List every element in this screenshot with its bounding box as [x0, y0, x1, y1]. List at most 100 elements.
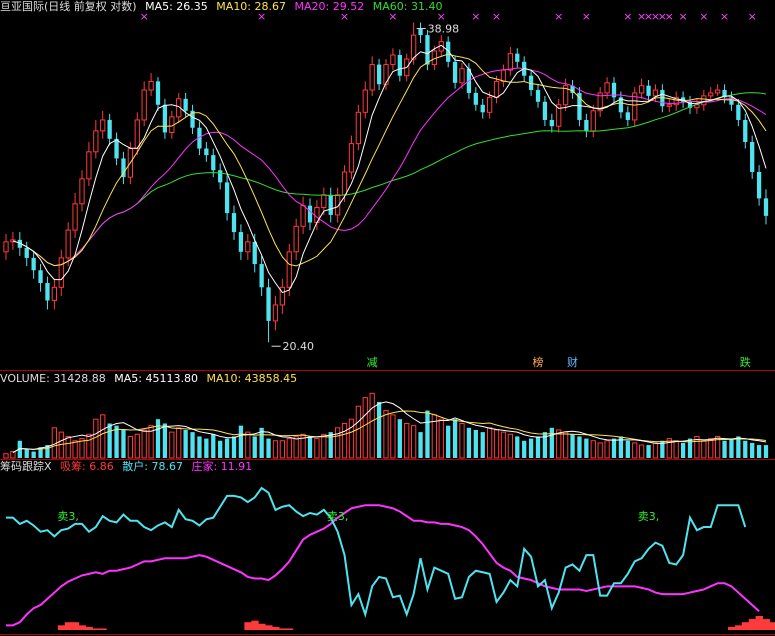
xichou-bar: [92, 628, 100, 630]
candle-body-down: [584, 119, 589, 131]
xichou-bar: [755, 615, 764, 630]
candle-body-up: [272, 304, 279, 322]
volume-bar-down: [107, 423, 112, 458]
candle-body-up: [459, 68, 465, 84]
event-label: 减: [367, 356, 378, 369]
candle-body-up: [3, 241, 9, 253]
candle-body-up: [369, 64, 375, 91]
volume-bar-down: [736, 436, 741, 458]
volume-bar-down: [397, 419, 402, 458]
volume-bar-down: [183, 429, 188, 458]
xichou-bar: [278, 628, 287, 630]
volume-bar-down: [584, 438, 589, 458]
top-marker: ×: [665, 10, 674, 23]
volume-bar-down: [328, 432, 333, 458]
volume-bar-down: [425, 410, 430, 458]
volume-bar-down: [266, 438, 271, 458]
xichou-bar: [64, 622, 73, 630]
xichou-value: 吸筹: 6.86: [60, 460, 114, 473]
volume-bar-down: [750, 442, 755, 458]
candle-body-down: [31, 257, 36, 271]
price-header: 亘亚国际(日线 前复权 对数) MA5: 26.35 MA10: 28.67 M…: [0, 0, 447, 14]
candle-body-down: [397, 54, 402, 76]
candle-body-down: [45, 282, 50, 301]
candle-body-down: [155, 81, 161, 105]
candle-body-down: [238, 232, 244, 252]
volume-bar-down: [238, 425, 244, 458]
volume-bar-down: [114, 425, 119, 458]
candle-body-up: [362, 89, 368, 113]
ma60-value: MA60: 31.40: [372, 0, 443, 13]
stock-chart: × × × × × × × × × × ××××× × × × × 减榜财跌 38.9820.40 卖3, 卖…: [0, 0, 775, 636]
candle-body-up: [638, 85, 645, 94]
candle-body-down: [763, 198, 769, 216]
candle-body-down: [625, 112, 630, 120]
candle-body-down: [162, 104, 168, 133]
candle-body-down: [549, 119, 554, 127]
ma10-value: MA10: 28.67: [216, 0, 287, 13]
volume-ma5-value: MA5: 45113.80: [114, 372, 198, 385]
volume-header: VOLUME: 31428.88 MA5: 45113.80 MA10: 438…: [0, 372, 302, 386]
candle-body-up: [590, 110, 596, 132]
candle-body-down: [307, 205, 313, 223]
xichou-bar: [265, 625, 273, 630]
volume-bar-down: [611, 438, 617, 458]
candle-body-down: [114, 138, 119, 159]
volume-bar-down: [307, 436, 313, 458]
volume-bar-down: [252, 436, 257, 458]
candle-body-up: [493, 80, 500, 98]
volume-bar-down: [515, 436, 520, 458]
top-marker: ×: [554, 10, 563, 23]
top-marker: ×: [699, 10, 708, 23]
volume-bar-down: [446, 425, 451, 458]
candle-body-up: [500, 69, 507, 82]
volume-bar-down: [743, 440, 748, 458]
candle-body-down: [204, 148, 209, 156]
candle-body-down: [756, 171, 762, 199]
low-price-label: 20.40: [283, 340, 315, 353]
candle-body-down: [376, 64, 382, 85]
candle-body-up: [300, 205, 306, 227]
volume-bar-down: [211, 434, 216, 458]
top-marker: ×: [678, 10, 687, 23]
xichou-bar: [769, 622, 775, 630]
candle-body-down: [480, 104, 485, 113]
candle-body-up: [293, 225, 299, 253]
volume-bar-down: [729, 438, 734, 458]
candle-body-up: [245, 241, 251, 253]
top-marker: ×: [471, 10, 480, 23]
volume-bar-down: [376, 401, 382, 458]
candle-body-up: [100, 119, 106, 132]
top-marker: ×: [748, 10, 757, 23]
chart-title: 亘亚国际(日线 前复权 对数): [0, 0, 137, 13]
volume-bar-down: [480, 432, 485, 458]
candle-body-down: [224, 182, 230, 214]
candle-body-up: [708, 92, 714, 97]
candle-body-up: [486, 96, 493, 113]
top-marker: ×: [720, 10, 729, 23]
candle-body-down: [418, 28, 423, 36]
xichou-bar: [71, 622, 80, 630]
sanhu-value: 散户: 78.67: [122, 460, 183, 473]
volume-bar-down: [31, 451, 36, 458]
xichou-bar: [741, 622, 750, 630]
top-marker: ×: [492, 10, 501, 23]
volume-bar-down: [218, 440, 223, 458]
volume-bar-down: [625, 440, 630, 458]
candle-body-up: [341, 171, 348, 196]
candle-body-down: [515, 53, 520, 62]
candle-body-up: [134, 119, 140, 150]
candle-body-down: [646, 85, 651, 96]
candle-body-up: [348, 143, 355, 173]
high-price-label: 38.98: [428, 23, 460, 36]
candle-body-down: [266, 287, 271, 321]
candle-body-up: [65, 229, 71, 259]
candle-body-up: [72, 203, 78, 231]
volume-bar-down: [418, 432, 423, 458]
xichou-bar: [57, 625, 66, 630]
candle-body-down: [38, 270, 43, 283]
volume-bar-down: [231, 436, 237, 458]
candle-body-down: [252, 241, 257, 265]
volume-bar-down: [756, 445, 762, 458]
candle-body-down: [446, 41, 451, 62]
